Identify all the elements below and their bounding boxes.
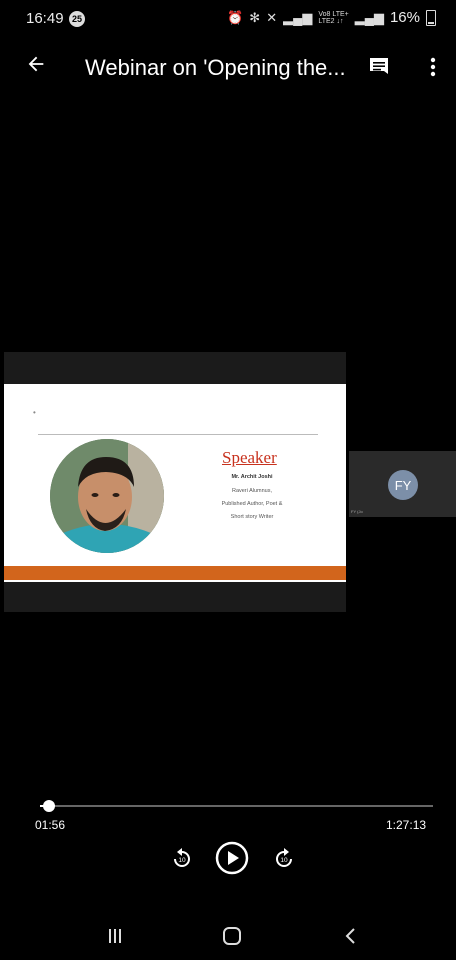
participant-avatar: FY — [388, 470, 418, 500]
speaker-detail: Short story Writer — [230, 514, 274, 520]
seek-thumb[interactable] — [43, 800, 55, 812]
system-back-button[interactable] — [331, 918, 371, 954]
slide-accent-bar — [4, 566, 346, 580]
home-icon — [223, 927, 241, 945]
recents-button[interactable] — [95, 918, 135, 954]
total-time: 1:27:13 — [386, 818, 427, 832]
arrow-left-icon — [28, 56, 44, 72]
presentation-slide: • Speaker Mr. Archit Joshi Raveri Alumnu… — [4, 384, 346, 582]
signal-2-icon: ▂▄▆ — [354, 9, 384, 25]
rewind-10-icon: 10 — [174, 848, 190, 867]
back-icon — [345, 928, 355, 944]
play-button[interactable] — [214, 840, 250, 876]
seek-bar[interactable] — [40, 805, 433, 807]
svg-text:10: 10 — [280, 857, 288, 864]
home-button[interactable] — [212, 918, 252, 954]
forward-10-icon: 10 — [276, 848, 292, 867]
battery-icon — [426, 9, 436, 26]
speaker-detail: Published Author, Poet & — [221, 501, 283, 507]
mute-icon: ✕ — [266, 9, 278, 25]
back-button[interactable] — [22, 50, 50, 78]
speaker-detail: Raveri Alumnus, — [231, 488, 273, 494]
speaker-photo — [50, 439, 164, 553]
participant-label: FY (Jo — [351, 509, 363, 514]
battery-percent: 16% — [389, 9, 420, 26]
signal-icon: ▂▄▆ — [283, 9, 313, 25]
slide-heading: Speaker — [222, 448, 277, 467]
bluetooth-icon: ✻ — [249, 9, 261, 25]
network-label: Vo8 LTE+ LTE2 ↓↑ — [318, 10, 349, 25]
rewind-10-button[interactable]: 10 — [168, 844, 196, 872]
play-circle-icon — [215, 841, 249, 875]
slide-divider — [38, 434, 318, 435]
more-vert-icon — [430, 57, 436, 77]
chat-icon — [370, 58, 388, 74]
speaker-name: Mr. Archit Joshi — [231, 474, 273, 480]
notification-count-badge: 25 — [69, 11, 85, 27]
slide-mark: • — [33, 408, 36, 417]
forward-10-button[interactable]: 10 — [270, 844, 298, 872]
chat-button[interactable] — [364, 52, 394, 82]
status-icons: ⏰ ✻ ✕ ▂▄▆ Vo8 LTE+ LTE2 ↓↑ ▂▄▆ 16% — [227, 9, 436, 26]
status-time: 16:49 — [26, 10, 64, 27]
alarm-icon: ⏰ — [227, 9, 244, 25]
current-time: 01:56 — [35, 818, 66, 832]
meeting-title: Webinar on 'Opening the... — [85, 55, 346, 80]
recents-icon — [109, 929, 121, 943]
more-options-button[interactable] — [420, 52, 446, 82]
svg-text:10: 10 — [178, 857, 186, 864]
